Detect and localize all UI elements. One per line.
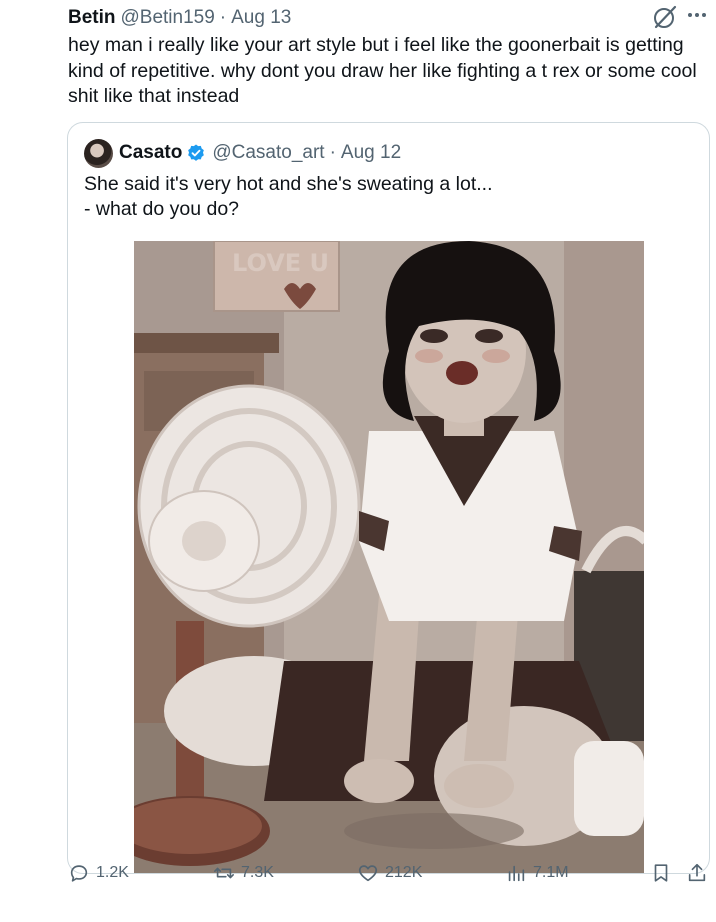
repost-icon bbox=[213, 862, 235, 884]
like-button[interactable]: 212K bbox=[357, 858, 422, 888]
quote-date[interactable]: Aug 12 bbox=[341, 142, 401, 164]
quote-header: Casato @Casato_art · Aug 12 bbox=[84, 138, 401, 168]
like-icon bbox=[357, 862, 379, 884]
repost-button[interactable]: 7.3K bbox=[213, 858, 274, 888]
grok-icon[interactable] bbox=[652, 4, 678, 30]
tweet-header: Betin @Betin159 · Aug 13 bbox=[68, 6, 291, 30]
verified-badge-icon bbox=[186, 143, 206, 163]
share-button[interactable] bbox=[686, 858, 708, 888]
views-count: 7.1M bbox=[533, 864, 569, 881]
like-count: 212K bbox=[385, 864, 423, 881]
share-icon bbox=[686, 862, 708, 884]
repost-count: 7.3K bbox=[241, 864, 274, 881]
reply-button[interactable]: 1.2K bbox=[68, 858, 129, 888]
action-bar: 1.2K 7.3K 212K 7.1M bbox=[68, 858, 710, 888]
tweet[interactable]: Betin @Betin159 · Aug 13 hey man i reall… bbox=[0, 0, 716, 922]
separator-dot: · bbox=[329, 142, 336, 163]
reply-icon bbox=[68, 862, 90, 884]
quote-author-name[interactable]: Casato bbox=[119, 142, 182, 164]
bookmark-icon bbox=[650, 862, 672, 884]
separator-dot: · bbox=[219, 7, 227, 28]
tweet-text: hey man i really like your art style but… bbox=[68, 34, 697, 107]
tweet-date[interactable]: Aug 13 bbox=[231, 7, 291, 29]
poster-text: LOVE U bbox=[232, 249, 329, 277]
quote-text: She said it's very hot and she's sweatin… bbox=[84, 173, 493, 220]
quote-image[interactable]: LOVE U bbox=[134, 241, 644, 873]
views-icon bbox=[505, 862, 527, 884]
more-icon[interactable] bbox=[684, 2, 710, 28]
bookmark-button[interactable] bbox=[650, 858, 672, 888]
views-button[interactable]: 7.1M bbox=[505, 858, 569, 888]
avatar[interactable] bbox=[84, 138, 113, 168]
reply-count: 1.2K bbox=[96, 864, 129, 881]
author-handle[interactable]: @Betin159 bbox=[121, 7, 215, 29]
quote-author-handle[interactable]: @Casato_art bbox=[212, 142, 324, 164]
quote-tweet[interactable]: Casato @Casato_art · Aug 12 She said it'… bbox=[67, 122, 710, 874]
author-name[interactable]: Betin bbox=[68, 7, 116, 29]
